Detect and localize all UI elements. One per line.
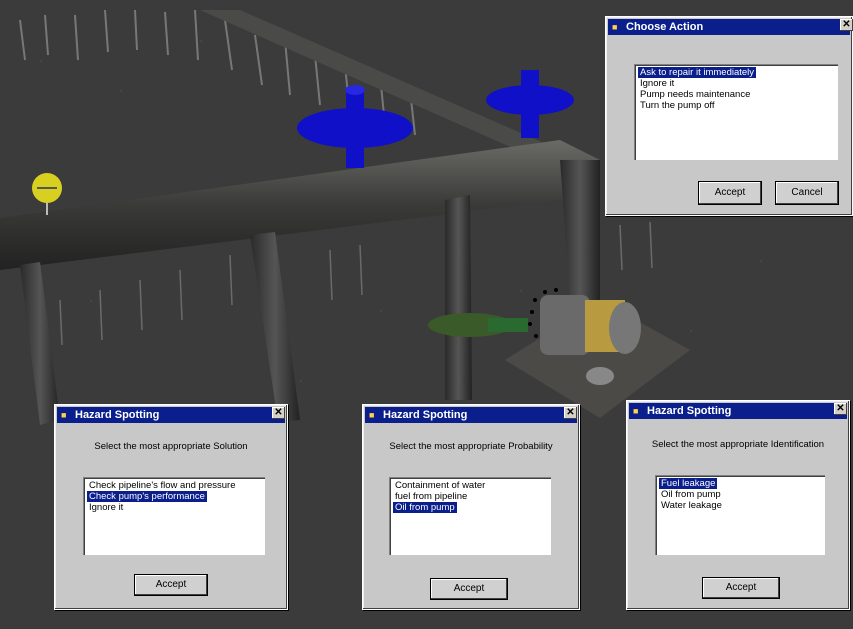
accept-button[interactable]: Accept bbox=[699, 182, 761, 204]
app-icon: ■ bbox=[633, 406, 639, 416]
app-icon: ■ bbox=[612, 22, 618, 32]
close-icon[interactable]: ✕ bbox=[834, 403, 847, 415]
dialog-title: Hazard Spotting bbox=[647, 405, 732, 417]
hazard-identification-dialog: ■ Hazard Spotting ✕ Select the most appro… bbox=[626, 400, 850, 610]
list-item[interactable]: Turn the pump off bbox=[638, 100, 834, 111]
list-item[interactable]: Fuel leakage bbox=[659, 478, 718, 489]
accept-button[interactable]: Accept bbox=[135, 575, 207, 595]
accept-button[interactable]: Accept bbox=[431, 579, 507, 599]
close-icon[interactable]: ✕ bbox=[272, 407, 285, 419]
dialog-titlebar[interactable]: ■ Hazard Spotting bbox=[57, 407, 285, 423]
list-item[interactable]: Oil from pump bbox=[393, 502, 457, 513]
choose-action-dialog: ■ Choose Action ✕ Ask to repair it immedi… bbox=[605, 16, 853, 216]
dialog-prompt: Select the most appropriate Probability bbox=[389, 441, 553, 452]
dialog-title: Hazard Spotting bbox=[75, 409, 160, 421]
action-listbox[interactable]: Ask to repair it immediately Ignore it P… bbox=[634, 64, 838, 160]
cancel-button[interactable]: Cancel bbox=[776, 182, 838, 204]
dialog-titlebar[interactable]: ■ Hazard Spotting bbox=[365, 407, 577, 423]
hazard-solution-dialog: ■ Hazard Spotting ✕ Select the most appro… bbox=[54, 404, 288, 610]
dialog-titlebar[interactable]: ■ Hazard Spotting bbox=[629, 403, 847, 419]
list-item[interactable]: Ask to repair it immediately bbox=[638, 67, 757, 78]
list-item[interactable]: Check pipeline's flow and pressure bbox=[87, 480, 261, 491]
app-icon: ■ bbox=[61, 410, 67, 420]
list-item[interactable]: Containment of water bbox=[393, 480, 547, 491]
dialog-prompt: Select the most appropriate Solution bbox=[94, 441, 248, 452]
list-item[interactable]: Ignore it bbox=[87, 502, 261, 513]
list-item[interactable]: Ignore it bbox=[638, 78, 834, 89]
solution-listbox[interactable]: Check pipeline's flow and pressure Check… bbox=[83, 477, 265, 555]
close-icon[interactable]: ✕ bbox=[564, 407, 577, 419]
probability-listbox[interactable]: Containment of water fuel from pipeline … bbox=[389, 477, 551, 555]
dialog-title: Hazard Spotting bbox=[383, 409, 468, 421]
list-item[interactable]: fuel from pipeline bbox=[393, 491, 547, 502]
list-item[interactable]: Pump needs maintenance bbox=[638, 89, 834, 100]
dialog-titlebar[interactable]: ■ Choose Action bbox=[608, 19, 850, 35]
support-post bbox=[445, 195, 472, 400]
list-item[interactable]: Water leakage bbox=[659, 500, 821, 511]
dialog-title: Choose Action bbox=[626, 21, 704, 33]
accept-button[interactable]: Accept bbox=[703, 578, 779, 598]
list-item[interactable]: Oil from pump bbox=[659, 489, 821, 500]
close-icon[interactable]: ✕ bbox=[840, 19, 853, 31]
identification-listbox[interactable]: Fuel leakage Oil from pump Water leakage bbox=[655, 475, 825, 555]
list-item[interactable]: Check pump's performance bbox=[87, 491, 207, 502]
dialog-prompt: Select the most appropriate Identificati… bbox=[651, 439, 825, 450]
hazard-probability-dialog: ■ Hazard Spotting ✕ Select the most appro… bbox=[362, 404, 580, 610]
app-icon: ■ bbox=[369, 410, 375, 420]
